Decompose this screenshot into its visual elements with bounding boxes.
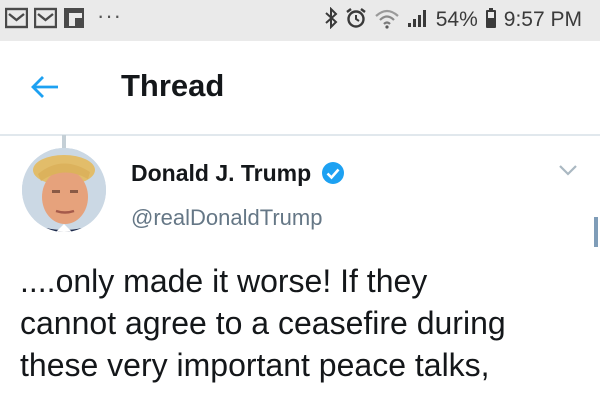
- notification-icons: ···: [4, 3, 122, 34]
- flipboard-notification-icon: [63, 7, 85, 34]
- verified-badge-icon: [321, 161, 345, 190]
- more-notifications-icon: ···: [97, 3, 122, 28]
- tweet-text-line: cannot agree to a ceasefire during: [20, 305, 506, 341]
- avatar[interactable]: [22, 148, 106, 232]
- twitter-thread-screen: ··· 54% 9:57 PM Thread Donald J. Trump @…: [0, 0, 600, 400]
- status-bar: ··· 54% 9:57 PM: [0, 0, 600, 41]
- scrollbar-thumb[interactable]: [594, 217, 598, 247]
- mail-notification-icon: [33, 7, 58, 34]
- author-name[interactable]: Donald J. Trump: [131, 160, 311, 187]
- wifi-icon: [374, 7, 400, 34]
- system-indicators: 54% 9:57 PM: [317, 6, 582, 34]
- chevron-down-icon[interactable]: [558, 163, 578, 182]
- app-header: Thread: [0, 41, 600, 136]
- tweet-text: ....only made it worse! If they cannot a…: [20, 260, 590, 386]
- tweet-text-line: these very important peace talks,: [20, 347, 490, 383]
- signal-icon: [407, 8, 429, 33]
- thread-connector-line: [62, 135, 66, 149]
- battery-icon: [485, 7, 497, 34]
- tweet-text-line: ....only made it worse! If they: [20, 263, 428, 299]
- author-handle[interactable]: @realDonaldTrump: [131, 205, 322, 231]
- page-title: Thread: [121, 68, 225, 103]
- bluetooth-icon: [324, 6, 338, 34]
- battery-percent: 54%: [435, 8, 478, 31]
- alarm-icon: [345, 7, 367, 34]
- mail-notification-icon: [4, 7, 29, 34]
- clock-time: 9:57 PM: [503, 8, 582, 31]
- back-arrow-icon[interactable]: [30, 74, 60, 105]
